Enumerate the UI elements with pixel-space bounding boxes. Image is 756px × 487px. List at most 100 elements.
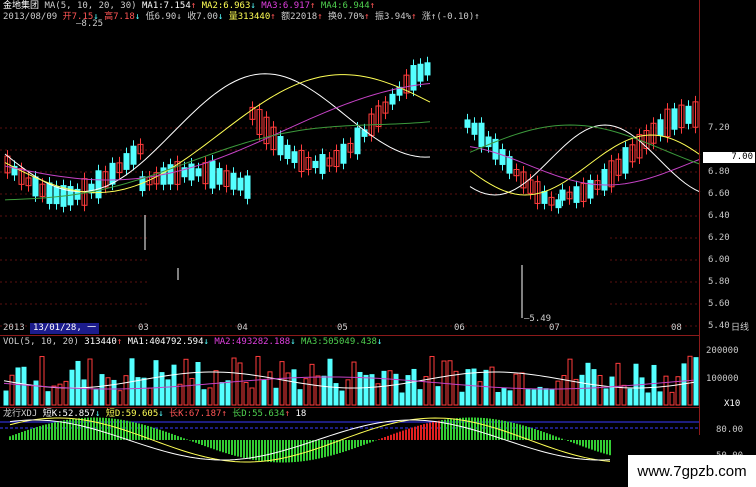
volume-bar <box>567 358 573 406</box>
stock-name: 金地集团 <box>3 1 40 11</box>
short-d: 短D:59.605 <box>105 409 159 419</box>
quote-change: 涨↑(-0.10)↑ <box>421 12 480 22</box>
ma4-arrow: ↑ <box>369 1 376 11</box>
volume-bar <box>459 391 465 406</box>
candle-body <box>464 119 471 128</box>
candle-body <box>195 168 202 177</box>
price-axis-label: 6.00 <box>708 255 730 265</box>
long-k: 长K:67.187 <box>169 409 222 419</box>
volume-bar <box>345 379 351 406</box>
ma2-line-right <box>469 134 701 196</box>
volume-bar <box>447 360 453 406</box>
candle-body <box>312 160 319 169</box>
volume-bar <box>201 389 207 406</box>
volume-bar <box>579 374 585 406</box>
candle-body <box>657 119 664 136</box>
quote-amount: 额22018 <box>281 12 318 22</box>
volume-bar <box>21 366 27 406</box>
vol-title: VOL(5, 10, 20) <box>3 337 79 347</box>
candle-body <box>541 191 548 204</box>
volume-bar <box>615 362 621 406</box>
watermark: www.7gpzb.com <box>628 455 756 487</box>
candle-body <box>284 144 291 159</box>
volume-bar <box>105 377 111 406</box>
candle-body <box>559 189 566 201</box>
candle-body <box>230 172 237 190</box>
quote-amplitude: 振3.94% <box>374 12 412 22</box>
candle-body <box>671 108 678 130</box>
volume-bar <box>645 392 651 406</box>
candle-body <box>216 168 223 185</box>
indicator-header: 龙行XDJ 短K:52.857↓ 短D:59.605↓ 长K:67.187↑ 长… <box>3 409 307 419</box>
volume-bar <box>273 387 279 406</box>
candle-body <box>622 147 629 174</box>
period-label[interactable]: 日线 <box>728 323 752 334</box>
volume-bar <box>411 368 417 406</box>
volume-bar <box>93 389 99 406</box>
ma2-value: MA2:6.963 <box>201 1 251 11</box>
volume-bar <box>693 357 699 406</box>
candle-body <box>389 93 396 105</box>
high-annotation: —8.25 <box>76 19 104 29</box>
panel-separator <box>0 407 700 408</box>
volume-bar <box>399 392 405 406</box>
candle-body <box>601 168 608 191</box>
volume-bar <box>45 391 51 406</box>
volume-bar <box>555 380 561 406</box>
volume-bar <box>621 384 627 406</box>
close-arrow: ↓ <box>217 12 224 22</box>
volume-bar <box>453 370 459 406</box>
volume-bar <box>15 367 21 406</box>
volume-bar <box>603 388 609 406</box>
candle-body <box>417 63 424 82</box>
volume-bar <box>669 391 675 406</box>
candle-body <box>424 62 431 76</box>
volume-bar <box>39 356 45 406</box>
volume-bar <box>417 389 423 406</box>
volume-bar <box>63 380 69 406</box>
volume-bar <box>99 374 105 406</box>
axis-separator <box>699 0 700 435</box>
time-axis-06: 06 <box>454 323 465 333</box>
volume-bar <box>225 380 231 406</box>
quote-volume: 量313440 <box>228 12 271 22</box>
time-axis-03: 03 <box>138 323 149 333</box>
volume-bar <box>387 370 393 406</box>
volume-bar <box>171 364 177 406</box>
candle-body <box>506 156 513 174</box>
volume-bar <box>513 373 519 406</box>
volume-bar <box>261 379 267 406</box>
quote-high: 高7.18 <box>104 12 135 22</box>
volume-bar <box>477 381 483 406</box>
indicator-name: 龙行XDJ <box>3 409 38 419</box>
vol-ma3: MA3:505049.438 <box>301 337 377 347</box>
volume-bar <box>195 362 201 406</box>
candle-body <box>499 149 506 165</box>
volume-bar <box>177 383 183 406</box>
volume-bar <box>429 355 435 406</box>
volume-bar <box>471 368 477 406</box>
volume-bar <box>315 375 321 406</box>
volume-bar <box>663 375 669 406</box>
volume-bar <box>279 361 285 406</box>
volume-bar <box>27 384 33 406</box>
volume-bar <box>327 358 333 406</box>
volume-bar <box>87 358 93 406</box>
volume-bar <box>339 390 345 406</box>
volume-bar <box>207 387 213 406</box>
volume-bar <box>627 388 633 406</box>
volume-bar <box>651 364 657 406</box>
vol-axis-200000: 200000 <box>706 346 739 356</box>
candle-body <box>685 105 692 124</box>
high-arrow: ↓ <box>134 12 141 22</box>
candle-body <box>109 162 116 185</box>
ma3-value: MA3:6.917 <box>261 1 311 11</box>
volume-bar <box>291 369 297 406</box>
time-axis-04: 04 <box>237 323 248 333</box>
candle-body <box>123 153 130 170</box>
amplitude-arrow: ↑ <box>411 12 417 22</box>
time-axis-cursor[interactable]: 13/01/28, 一 <box>30 323 100 334</box>
time-axis-08: 08 <box>671 323 682 333</box>
price-axis-label: 6.60 <box>708 189 730 199</box>
volume-bar <box>465 369 471 406</box>
